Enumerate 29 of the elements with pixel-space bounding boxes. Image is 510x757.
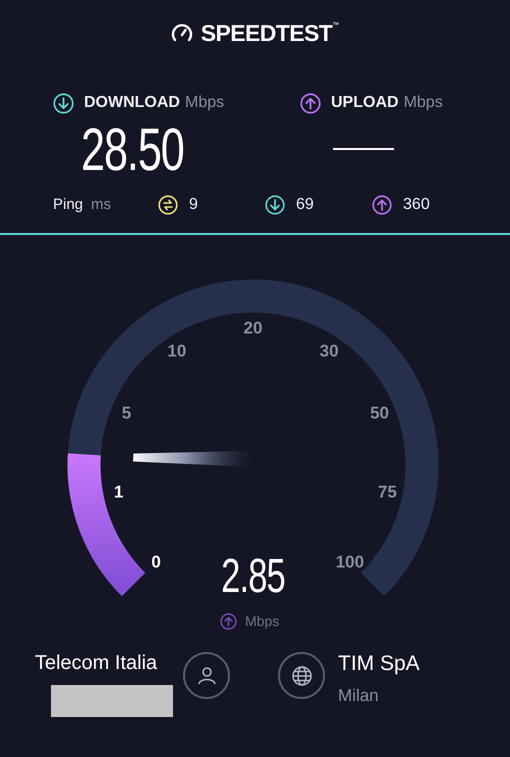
unit-label: Mbps	[184, 93, 224, 113]
brand-name: SPEEDTEST	[200, 22, 332, 44]
latency-value: 69	[296, 195, 314, 215]
scale-label: 50	[370, 402, 390, 424]
provider-name: Telecom Italia	[34, 651, 158, 676]
server-location: Milan	[338, 685, 380, 706]
speed-unit: Mbps	[245, 612, 280, 631]
download-speed-value: 28.50	[81, 120, 185, 180]
result-label: DOWNLOAD	[84, 93, 180, 113]
latency-value: 9	[189, 195, 198, 215]
scale-label: 20	[244, 317, 262, 340]
gauge-logo-icon	[170, 22, 193, 44]
current-speed-value: 2.85	[221, 553, 285, 601]
scale-label: 10	[167, 340, 186, 362]
ping-label: Ping	[53, 194, 84, 215]
user-icon[interactable]	[183, 652, 230, 699]
server-name: TIM SpA	[338, 651, 420, 677]
scale-label: 75	[378, 480, 397, 503]
unit-label: Mbps	[404, 93, 443, 113]
scale-label: 30	[320, 340, 339, 362]
ping-arrows-icon	[158, 195, 178, 215]
globe-icon[interactable]	[278, 652, 325, 699]
scale-label: 1	[114, 480, 124, 503]
scale-label: 100	[336, 551, 364, 574]
ping-unit: ms	[91, 194, 112, 215]
scale-label: 0	[151, 551, 161, 574]
scale-label: 5	[122, 402, 132, 424]
result-label: UPLOAD	[331, 93, 399, 113]
latency-value: 360	[403, 195, 430, 215]
